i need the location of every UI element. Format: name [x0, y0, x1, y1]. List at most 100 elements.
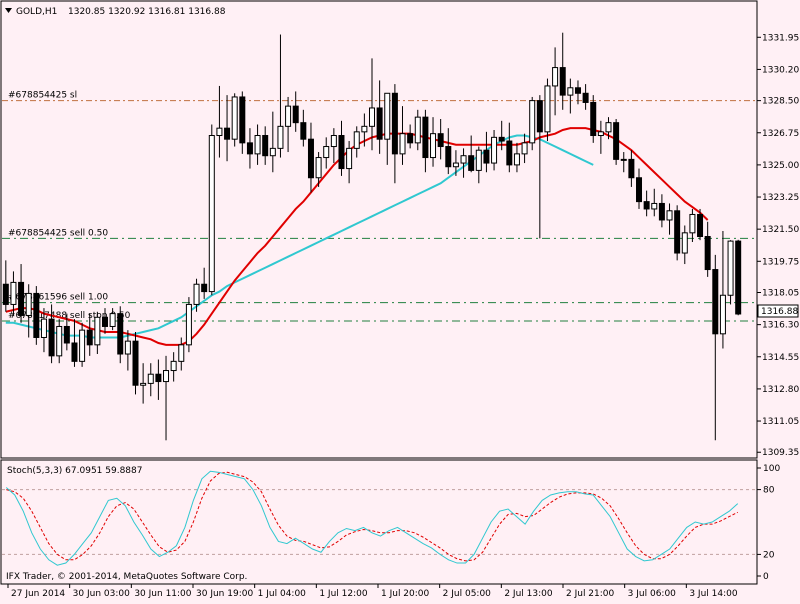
time-tick-label: 2 Jul 13:00	[504, 589, 553, 599]
time-tick-label: 27 Jun 2014	[11, 589, 65, 599]
price-tick-label: 1311.05	[762, 417, 799, 427]
candle-body	[338, 135, 345, 170]
candle-body	[727, 240, 734, 296]
candle-body	[300, 122, 307, 140]
symbol-label: GOLD,H1	[16, 7, 57, 17]
candle-body	[582, 92, 589, 103]
candle-body	[468, 155, 475, 171]
candle-body	[391, 92, 398, 155]
candle-body	[483, 149, 490, 164]
price-tick-label: 1325.00	[762, 161, 799, 171]
candle-body	[597, 131, 604, 137]
candle-body	[178, 344, 185, 362]
ohlc-readout: 1320.85 1320.92 1316.81 1316.88	[68, 7, 226, 17]
candle-body	[590, 101, 597, 137]
candle-body	[536, 100, 543, 133]
candle-body	[231, 96, 238, 140]
candle-body	[262, 135, 269, 157]
candle-body	[285, 105, 292, 127]
candle-body	[658, 202, 665, 221]
candle-body	[48, 318, 55, 357]
candle-body	[315, 157, 322, 179]
candle-body	[224, 127, 231, 140]
candle-body	[674, 210, 681, 254]
candle-body	[567, 87, 574, 96]
candle-body	[2, 283, 9, 305]
candle-body	[506, 140, 513, 166]
candle-body	[369, 107, 375, 127]
current-price-tag: 1316.88	[757, 304, 799, 318]
candle-body	[513, 153, 520, 166]
candle-body	[323, 146, 330, 159]
candle-body	[712, 269, 719, 335]
candle-body	[277, 125, 284, 149]
candle-body	[430, 133, 437, 159]
time-tick-label: 2 Jul 21:00	[566, 589, 615, 599]
candle-body	[124, 340, 131, 355]
candle-body	[163, 370, 170, 383]
price-tick-label: 1321.50	[762, 225, 799, 235]
candle-body	[361, 125, 368, 133]
time-tick-label: 1 Jul 12:00	[319, 589, 368, 599]
candle-body	[79, 329, 86, 362]
price-tick-label: 1326.75	[762, 129, 799, 139]
candle-body	[269, 147, 276, 157]
candle-body	[544, 85, 551, 133]
order-label: #678854425 sell 0.50	[8, 228, 108, 238]
candle-body	[330, 135, 337, 148]
candle-body	[574, 87, 581, 94]
candle-body	[437, 133, 444, 148]
candle-body	[552, 67, 559, 87]
order-label: #678854425 sl	[8, 91, 77, 101]
current-price-text: 1316.88	[761, 307, 798, 317]
candle-body	[605, 122, 612, 133]
chart-canvas[interactable]: #678854425 sl#678854425 sell 0.50#678861…	[0, 0, 800, 600]
candle-body	[40, 318, 47, 338]
stoch-tick-label: 0	[763, 572, 769, 582]
candle-body	[94, 316, 101, 346]
candle-body	[666, 210, 673, 221]
chart-header: GOLD,H1 1320.85 1320.92 1316.81 1316.88	[5, 7, 226, 17]
candle-body	[86, 329, 93, 346]
price-tick-label: 1330.20	[762, 65, 799, 75]
candle-body	[109, 313, 116, 327]
candle-body	[147, 373, 154, 384]
candle-body	[246, 142, 253, 155]
candle-body	[613, 122, 620, 160]
price-tick-label: 1316.30	[762, 321, 799, 331]
candle-body	[636, 177, 643, 203]
candle-body	[18, 281, 25, 316]
time-tick-label: 1 Jul 04:00	[258, 589, 307, 599]
candle-body	[185, 303, 192, 346]
candle-body	[132, 340, 139, 386]
candle-body	[475, 149, 482, 171]
candle-body	[681, 232, 688, 254]
candle-body	[384, 92, 391, 140]
candle-body	[63, 325, 70, 344]
candle-body	[346, 147, 353, 170]
candle-body	[697, 213, 704, 237]
candle-body	[735, 240, 742, 315]
candle-body	[651, 202, 658, 210]
time-tick-label: 30 Jun 03:00	[73, 589, 130, 599]
candle-body	[620, 158, 627, 161]
candle-body	[170, 360, 177, 372]
candle-body	[498, 136, 505, 142]
candle-body	[254, 135, 261, 155]
candle-body	[407, 133, 414, 144]
stoch-readout: Stoch(5,3,3) 67.0951 59.8887	[7, 466, 142, 476]
chart-window[interactable]: #678854425 sl #678854425 sell 0.50 #678861…	[0, 0, 800, 600]
price-tick-label: 1312.80	[762, 385, 799, 395]
candle-body	[521, 142, 528, 155]
candle-body	[628, 158, 635, 179]
candle-body	[460, 155, 467, 164]
candle-body	[643, 201, 650, 210]
candle-body	[719, 294, 726, 335]
candle-body	[155, 373, 162, 383]
candle-body	[491, 136, 498, 164]
price-tick-label: 1318.05	[762, 289, 799, 299]
chart-background	[0, 0, 800, 600]
candle-body	[445, 146, 452, 168]
candle-body	[559, 67, 566, 96]
candle-body	[292, 105, 299, 124]
